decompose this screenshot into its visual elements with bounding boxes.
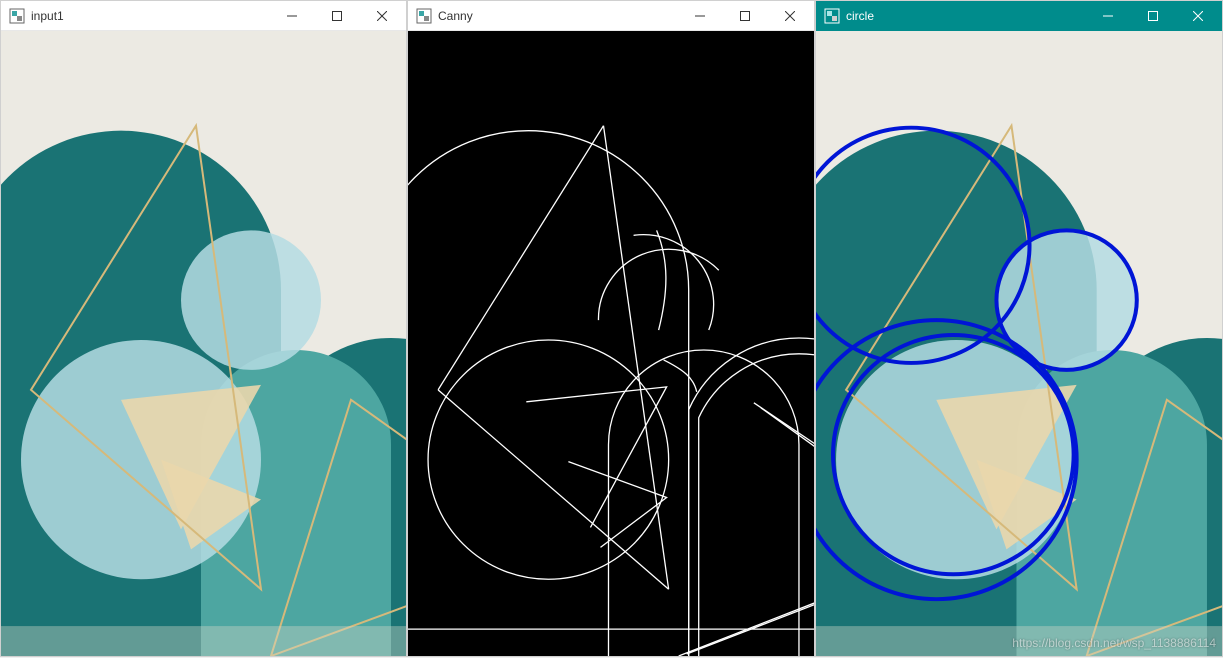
maximize-icon	[332, 11, 342, 21]
image-viewport-circle: https://blog.csdn.net/wsp_1138886114	[816, 31, 1222, 656]
maximize-button[interactable]	[722, 1, 767, 30]
window-title: input1	[31, 9, 64, 23]
minimize-button[interactable]	[677, 1, 722, 30]
titlebar-left: Canny	[416, 8, 473, 24]
maximize-icon	[740, 11, 750, 21]
minimize-icon	[287, 11, 297, 21]
titlebar-left: circle	[824, 8, 874, 24]
close-icon	[377, 11, 387, 21]
window-controls	[1085, 1, 1220, 31]
artwork-circle	[816, 31, 1222, 656]
titlebar-input1[interactable]: input1	[1, 1, 406, 31]
app-icon	[9, 8, 25, 24]
titlebar-canny[interactable]: Canny	[408, 1, 814, 31]
close-button[interactable]	[1175, 1, 1220, 31]
app-icon	[824, 8, 840, 24]
image-viewport-input1	[1, 31, 406, 656]
titlebar-circle[interactable]: circle	[816, 1, 1222, 31]
window-canny: Canny	[407, 0, 815, 657]
minimize-button[interactable]	[1085, 1, 1130, 31]
edges-canny	[408, 31, 814, 656]
window-controls	[269, 1, 404, 30]
titlebar-left: input1	[9, 8, 64, 24]
window-controls	[677, 1, 812, 30]
app-icon	[416, 8, 432, 24]
close-button[interactable]	[767, 1, 812, 30]
close-button[interactable]	[359, 1, 404, 30]
minimize-icon	[1103, 11, 1113, 21]
maximize-button[interactable]	[1130, 1, 1175, 31]
image-viewport-canny	[408, 31, 814, 656]
window-title: circle	[846, 9, 874, 23]
minimize-button[interactable]	[269, 1, 314, 30]
artwork-input1	[1, 31, 406, 656]
window-circle: circle	[815, 0, 1223, 657]
maximize-icon	[1148, 11, 1158, 21]
close-icon	[785, 11, 795, 21]
minimize-icon	[695, 11, 705, 21]
window-title: Canny	[438, 9, 473, 23]
window-input1: input1	[0, 0, 407, 657]
maximize-button[interactable]	[314, 1, 359, 30]
close-icon	[1193, 11, 1203, 21]
